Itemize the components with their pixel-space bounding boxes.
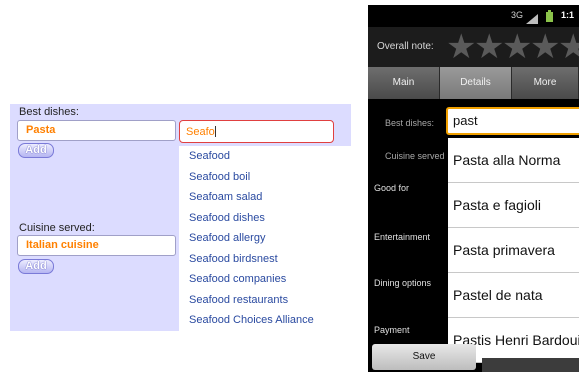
autocomplete-item[interactable]: Seafood companies bbox=[179, 269, 351, 290]
autocomplete-item[interactable]: Seafood dishes bbox=[179, 208, 351, 229]
star-icon[interactable]: ★ bbox=[446, 29, 476, 65]
star-icon[interactable]: ★ bbox=[474, 29, 504, 65]
dish-search-input[interactable]: past bbox=[446, 107, 579, 135]
web-form-panel: Best dishes: Pasta Add Seafo Seafood Sea… bbox=[10, 104, 351, 331]
overall-note-label: Overall note: bbox=[377, 41, 434, 52]
dining-options-label: Dining options bbox=[374, 278, 432, 288]
autocomplete-item[interactable]: Seafood restaurants bbox=[179, 290, 351, 311]
cuisine-served-label: Cuisine served bbox=[385, 151, 445, 161]
status-bar: 3G 1:1 bbox=[368, 5, 579, 27]
autocomplete-item[interactable]: Seafood Choices Alliance bbox=[179, 310, 351, 331]
autocomplete-item[interactable]: Pastel de nata bbox=[448, 273, 579, 318]
battery-icon bbox=[546, 9, 553, 22]
best-dishes-label: Best dishes: bbox=[385, 118, 435, 128]
dish-search-input[interactable]: Seafo bbox=[179, 120, 334, 143]
autocomplete-item[interactable]: Seafood bbox=[179, 146, 351, 167]
autocomplete-item[interactable]: Seafood allergy bbox=[179, 228, 351, 249]
add-dish-button[interactable]: Add bbox=[18, 143, 54, 158]
entertainment-label: Entertainment bbox=[374, 232, 431, 242]
autocomplete-item[interactable]: Pasta alla Norma bbox=[448, 138, 579, 183]
star-icon[interactable]: ★ bbox=[502, 29, 532, 65]
tab-details[interactable]: Details bbox=[440, 67, 512, 99]
autocomplete-item[interactable]: Seafoam salad bbox=[179, 187, 351, 208]
clock: 1:1 bbox=[561, 10, 575, 20]
autocomplete-item[interactable]: Seafood birdsnest bbox=[179, 249, 351, 270]
best-dishes-field[interactable]: Pasta bbox=[17, 120, 176, 141]
secondary-button[interactable] bbox=[482, 358, 579, 372]
text-caret bbox=[214, 126, 216, 137]
star-icon[interactable]: ★ bbox=[530, 29, 560, 65]
cuisine-field[interactable]: Italian cuisine bbox=[17, 235, 176, 256]
tab-more[interactable]: More bbox=[512, 67, 579, 99]
tab-bar: Main Details More bbox=[368, 67, 579, 99]
autocomplete-item[interactable]: Pasta primavera bbox=[448, 228, 579, 273]
signal-icon bbox=[526, 11, 538, 24]
best-dishes-label: Best dishes: bbox=[19, 106, 79, 118]
search-input-text: Seafo bbox=[186, 126, 215, 138]
save-button[interactable]: Save bbox=[372, 344, 476, 370]
rating-row: Overall note: ★ ★ ★ ★ ★ bbox=[368, 27, 579, 67]
add-cuisine-button[interactable]: Add bbox=[18, 259, 54, 274]
star-icon[interactable]: ★ bbox=[558, 29, 579, 65]
network-type: 3G bbox=[511, 10, 524, 20]
autocomplete-dropdown: Seafood Seafood boil Seafoam salad Seafo… bbox=[179, 146, 351, 331]
tab-main[interactable]: Main bbox=[368, 67, 440, 99]
autocomplete-item[interactable]: Pasta e fagioli bbox=[448, 183, 579, 228]
android-screen: 3G 1:1 Overall note: ★ ★ ★ ★ ★ Main Deta… bbox=[368, 5, 579, 372]
good-for-label: Good for bbox=[374, 183, 410, 193]
autocomplete-dropdown: Pasta alla Norma Pasta e fagioli Pasta p… bbox=[448, 138, 579, 363]
payment-label: Payment bbox=[374, 325, 410, 335]
autocomplete-item[interactable]: Seafood boil bbox=[179, 167, 351, 188]
cuisine-served-label: Cuisine served: bbox=[19, 222, 95, 234]
